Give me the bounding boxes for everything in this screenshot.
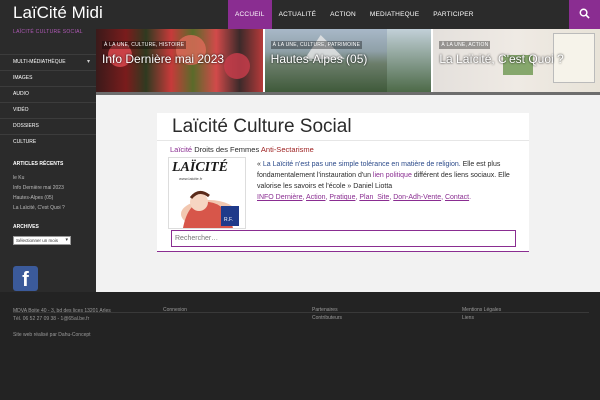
footer-link-liens[interactable]: Liens (462, 315, 474, 321)
recent-post-link[interactable]: Hautes-Alpes (05) (0, 193, 96, 203)
archives-select-value: Sélectionner un mois (16, 238, 59, 243)
divider (157, 140, 529, 141)
footer-link-partenaires[interactable]: Partenaires (312, 307, 338, 313)
archives-widget: ARCHIVES Sélectionner un mois ▾ (0, 224, 96, 245)
link-pratique[interactable]: Pratique (329, 194, 355, 201)
slide-category: À LA UNE, CULTURE, HISTOIRE (102, 41, 187, 49)
subtitle-laicite: Laïcité (170, 145, 193, 154)
footer-credit[interactable]: Site web réalisé par Dahu-Concept (13, 332, 91, 338)
sidebar-item-label: MULTI-MÉDIATHÈQUE (13, 59, 66, 65)
logo-url: www.laicite.fr (179, 176, 203, 181)
featured-slider: À LA UNE, CULTURE, HISTOIRE Info Dernièr… (96, 29, 600, 92)
recent-post-link[interactable]: le Ku (0, 173, 96, 183)
sidebar-menu: MULTI-MÉDIATHÈQUE ▾ IMAGES AUDIO VIDÉO D… (0, 54, 96, 150)
facebook-icon[interactable]: f (13, 266, 38, 291)
search-toggle-button[interactable] (569, 0, 600, 29)
footer-link-contributeurs[interactable]: Contributeurs (312, 315, 342, 321)
footer-link-mentions-legales[interactable]: Mentions Légales (462, 307, 501, 313)
subtitle-droits: Droits des Femmes (192, 145, 261, 154)
nav-actualite[interactable]: ACTUALITÉ (272, 0, 324, 29)
quote-highlight: La Laïcité n'est pas une simple toléranc… (262, 161, 461, 168)
archives-select[interactable]: Sélectionner un mois ▾ (13, 236, 71, 245)
link-don-adh-vente[interactable]: Don-Adh-Vente (393, 194, 441, 201)
footer-phone[interactable]: Tél. 06 52 27 09 38 - 1@65al.be.fr (13, 316, 89, 322)
slide-category: À LA UNE, CULTURE, PATRIMOINE (270, 41, 363, 49)
chevron-down-icon: ▾ (86, 59, 90, 65)
search-input[interactable]: Rechercher… (171, 230, 516, 247)
sidebar-item-multi-mediatheque[interactable]: MULTI-MÉDIATHÈQUE ▾ (0, 54, 96, 70)
link-action[interactable]: Action (306, 194, 325, 201)
featured-slide[interactable]: À LA UNE, CULTURE, HISTOIRE Info Dernièr… (96, 29, 265, 92)
link-contact[interactable]: Contact (445, 194, 469, 201)
slide-category: À LA UNE, ACTION (439, 41, 491, 49)
page-subtitle: Laïcité Droits des Femmes Anti-Sectarism… (170, 145, 314, 154)
sidebar-item-culture[interactable]: CULTURE (0, 134, 96, 150)
sidebar-item-images[interactable]: IMAGES (0, 70, 96, 86)
tree-shape (386, 29, 432, 92)
recent-posts-widget: ARTICLES RÉCENTS le Ku Info Dernière mai… (0, 161, 96, 213)
site-tagline: LAÏCITÉ CULTURE SOCIAL (13, 29, 83, 35)
sidebar-item-video[interactable]: VIDÉO (0, 102, 96, 118)
slide-title[interactable]: Info Dernière mai 2023 (102, 52, 224, 66)
site-header: LaïCité Midi ACCUEIL ACTUALITÉ ACTION ME… (0, 0, 600, 29)
page-title: Laïcité Culture Social (172, 116, 352, 137)
logo-text: LAÏCITÉ (172, 160, 229, 175)
flower-shape (224, 53, 250, 79)
quote-text: « La Laïcité n'est pas une simple toléra… (257, 159, 517, 192)
slide-title[interactable]: La Laïcité, C'est Quoi ? (439, 52, 563, 66)
nav-action[interactable]: ACTION (323, 0, 363, 29)
nav-participer[interactable]: PARTICIPER (426, 0, 480, 29)
sidebar-item-audio[interactable]: AUDIO (0, 86, 96, 102)
main-article: Laïcité Culture Social Laïcité Droits de… (157, 113, 529, 252)
search-icon (579, 8, 590, 19)
archives-title: ARCHIVES (13, 224, 39, 230)
featured-slide[interactable]: À LA UNE, CULTURE, PATRIMOINE Hautes-Alp… (264, 29, 434, 92)
svg-text:R.F.: R.F. (224, 217, 233, 223)
nav-accueil[interactable]: ACCUEIL (228, 0, 272, 29)
main-nav: ACCUEIL ACTUALITÉ ACTION MEDIATHEQUE PAR… (228, 0, 481, 29)
link-plan-site[interactable]: Plan_Site (359, 194, 389, 201)
chevron-down-icon: ▾ (65, 237, 68, 243)
featured-slide[interactable]: À LA UNE, ACTION La Laïcité, C'est Quoi … (433, 29, 600, 92)
footer-link-connexion[interactable]: Connexion (163, 307, 187, 313)
quote-link-text: lien politique (372, 172, 412, 179)
laicite-logo-image: R.F. LAÏCITÉ www.laicite.fr (168, 157, 246, 229)
recent-post-link[interactable]: Info Dernière mai 2023 (0, 183, 96, 193)
recent-posts-title: ARTICLES RÉCENTS (13, 161, 64, 167)
site-title[interactable]: LaïCité Midi (13, 3, 103, 23)
footer-address: MDVA Boite 40 - 3, bd des lices 13201 Ar… (13, 308, 111, 314)
nav-mediatheque[interactable]: MEDIATHEQUE (363, 0, 426, 29)
sidebar-item-dossiers[interactable]: DOSSIERS (0, 118, 96, 134)
quick-links: INFO Dernière, Action, Pratique, Plan_Si… (257, 194, 472, 201)
recent-post-link[interactable]: La Laïcité, C'est Quoi ? (0, 203, 96, 213)
slide-title[interactable]: Hautes-Alpes (05) (271, 52, 368, 66)
site-footer: MDVA Boite 40 - 3, bd des lices 13201 Ar… (0, 292, 600, 400)
subtitle-anti-sectarisme: Anti-Sectarisme (260, 145, 314, 154)
link-info-derniere[interactable]: INFO Dernière (257, 194, 303, 201)
